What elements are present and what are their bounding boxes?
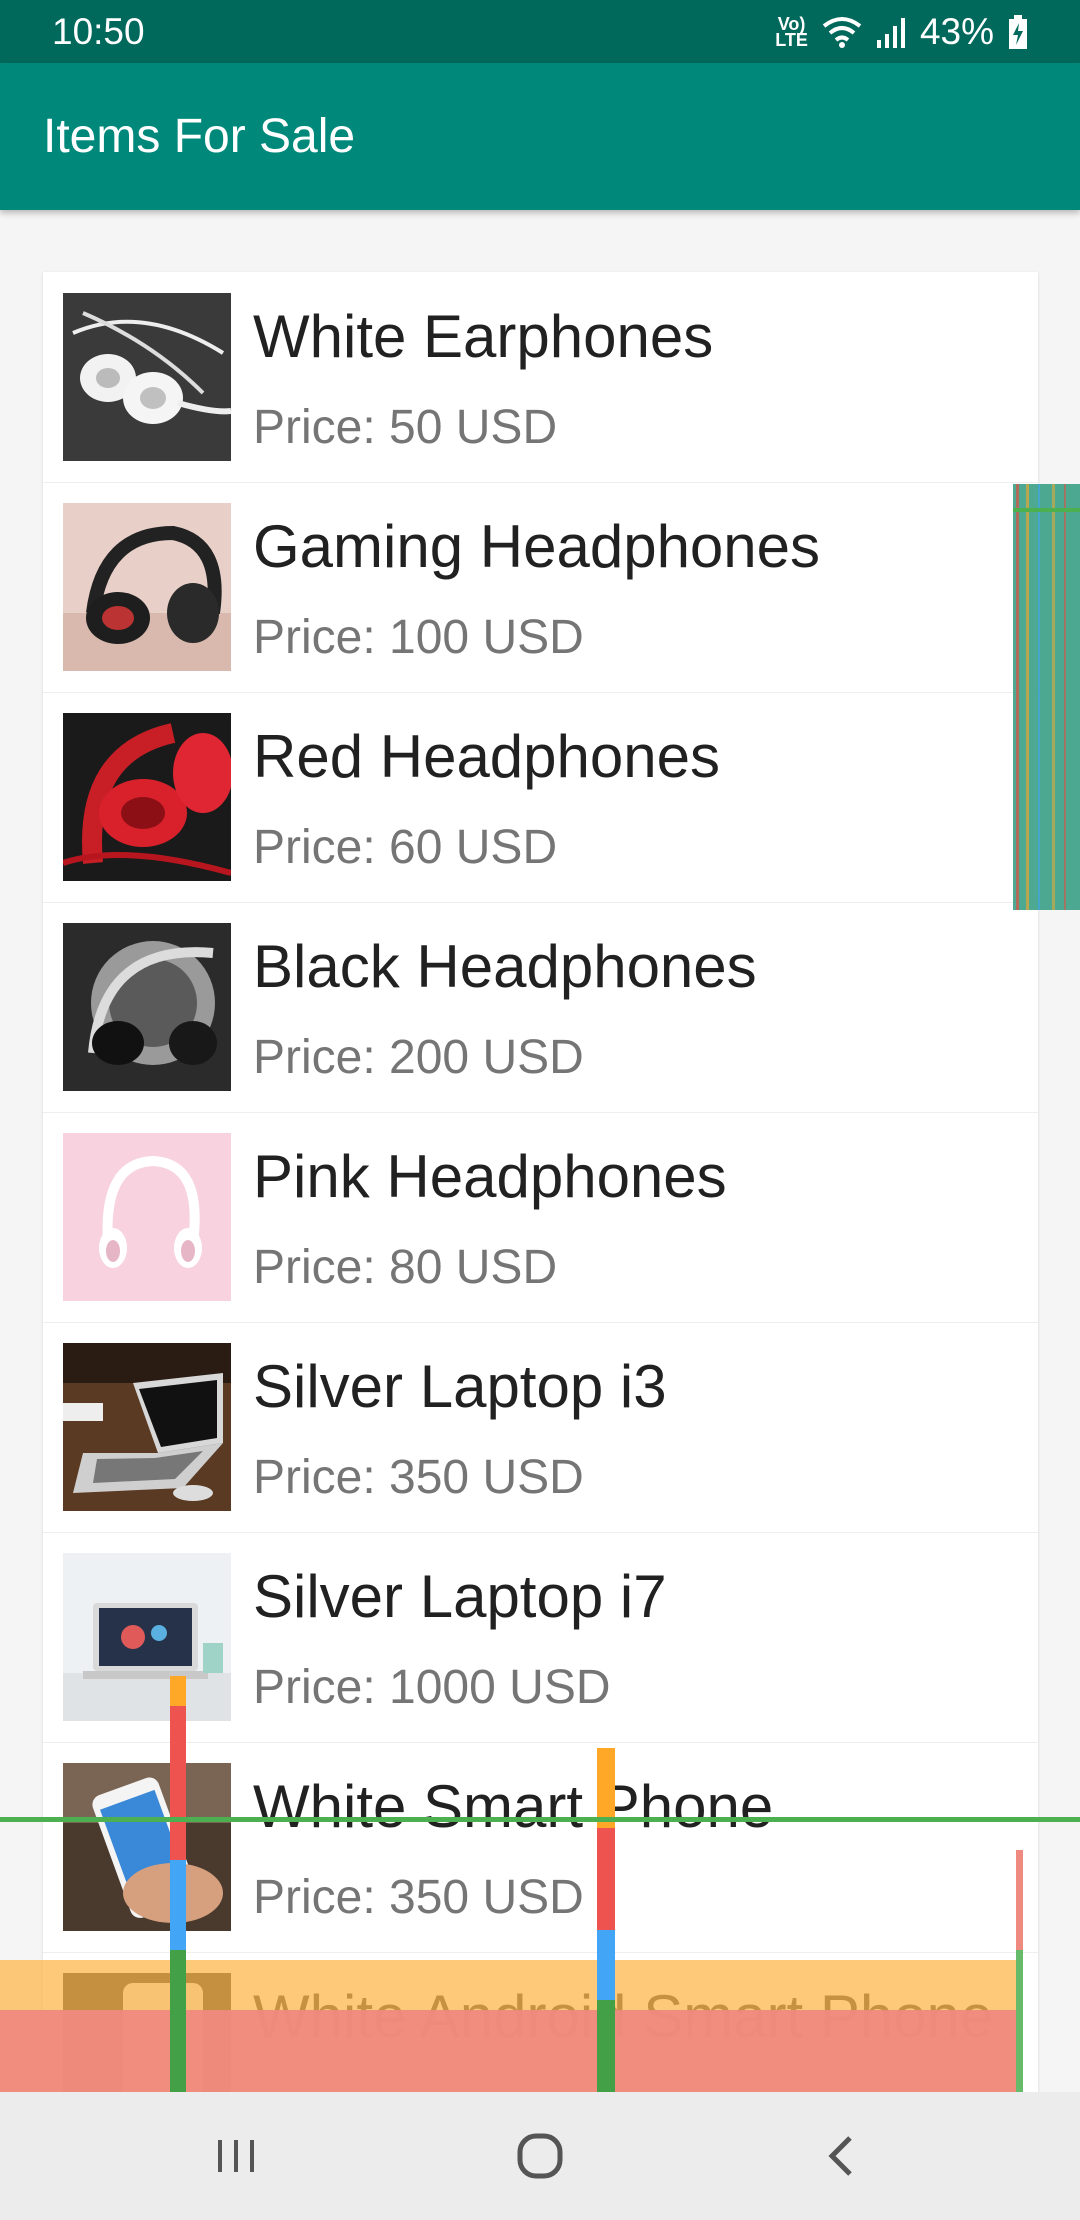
item-price: Price: 50 USD	[253, 401, 558, 454]
headphones-photo-icon	[63, 503, 231, 671]
item-name: White Earphones	[253, 303, 714, 370]
item-price: Price: 1000 USD	[253, 1661, 611, 1714]
laptop-photo-icon	[63, 1343, 231, 1511]
status-bar: 10:50 Vo) LTE 43%	[0, 0, 1080, 63]
list-item[interactable]: Gaming Headphones Price: 100 USD	[43, 482, 1038, 693]
phone-photo-icon	[63, 1763, 231, 1931]
list-item[interactable]: White Android Smart Phone	[43, 1952, 1038, 2092]
item-name: Gaming Headphones	[253, 513, 821, 580]
back-icon[interactable]	[802, 2116, 882, 2196]
item-name: Black Headphones	[253, 933, 757, 1000]
headphones-photo-icon	[63, 713, 231, 881]
laptop-photo-icon	[63, 1553, 231, 1721]
item-price: Price: 60 USD	[253, 821, 558, 874]
phone-photo-icon	[63, 1973, 231, 2092]
headphones-photo-icon	[63, 1133, 231, 1301]
earphones-photo-icon	[63, 293, 231, 461]
list-item[interactable]: Silver Laptop i7 Price: 1000 USD	[43, 1532, 1038, 1743]
battery-charging-icon	[1009, 15, 1027, 49]
list-item[interactable]: Red Headphones Price: 60 USD	[43, 692, 1038, 903]
app-title: Items For Sale	[43, 110, 356, 163]
status-icons: Vo) LTE 43%	[775, 11, 1028, 52]
app-bar: Items For Sale	[0, 63, 1080, 210]
items-list[interactable]: White Earphones Price: 50 USD Gaming Hea…	[43, 272, 1038, 2092]
item-price: Price: 350 USD	[253, 1451, 584, 1504]
item-name: White Smart Phone	[253, 1773, 774, 1840]
item-price: Price: 100 USD	[253, 611, 584, 664]
item-name: Pink Headphones	[253, 1143, 727, 1210]
nav-bar	[0, 2092, 1080, 2220]
wifi-icon	[822, 17, 862, 48]
item-price: Price: 350 USD	[253, 1871, 584, 1924]
list-item[interactable]: Pink Headphones Price: 80 USD	[43, 1112, 1038, 1323]
status-time: 10:50	[52, 11, 145, 52]
item-name: Silver Laptop i3	[253, 1353, 667, 1420]
item-name: White Android Smart Phone	[253, 1983, 994, 2050]
item-name: Silver Laptop i7	[253, 1563, 667, 1630]
signal-icon	[876, 18, 905, 48]
list-item[interactable]: Silver Laptop i3 Price: 350 USD	[43, 1322, 1038, 1533]
item-price: Price: 200 USD	[253, 1031, 584, 1084]
recents-icon[interactable]	[196, 2116, 276, 2196]
headphones-photo-icon	[63, 923, 231, 1091]
volte-icon: Vo) LTE	[775, 14, 808, 50]
list-item[interactable]: White Smart Phone Price: 350 USD	[43, 1742, 1038, 1953]
item-price: Price: 80 USD	[253, 1241, 558, 1294]
battery-percent: 43%	[919, 11, 994, 52]
list-item[interactable]: White Earphones Price: 50 USD	[43, 272, 1038, 483]
home-icon[interactable]	[500, 2116, 580, 2196]
list-item[interactable]: Black Headphones Price: 200 USD	[43, 902, 1038, 1113]
item-name: Red Headphones	[253, 723, 721, 790]
